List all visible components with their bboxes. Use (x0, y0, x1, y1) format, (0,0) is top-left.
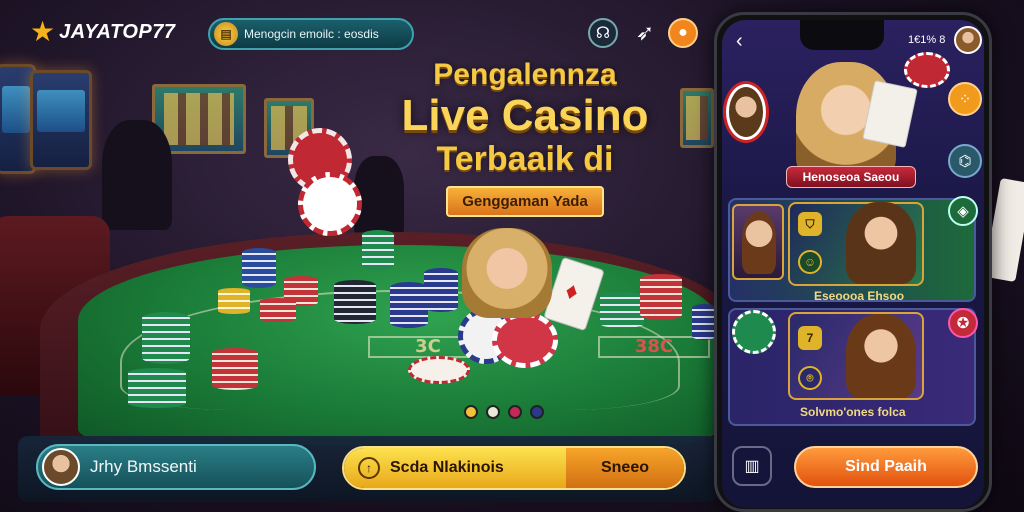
notice-pill[interactable]: ▤ Menogcin emoilc : eosdis (208, 18, 414, 50)
profile-avatar[interactable] (954, 26, 982, 54)
shield-icon: ⛉ (798, 212, 822, 236)
chip-stack (260, 298, 296, 322)
poker-chip (492, 312, 558, 368)
dot-4[interactable] (530, 405, 544, 419)
player-name: Jrhy Bmssenti (90, 457, 197, 476)
rocket-icon[interactable]: ➶ (630, 18, 660, 48)
chip-stack (218, 288, 250, 314)
headline-line2: Live Casino (401, 91, 649, 140)
player-profile[interactable]: Jrhy Bmssenti (36, 444, 316, 490)
chip-stack (242, 248, 276, 288)
back-arrow-icon[interactable]: ‹ (736, 30, 743, 53)
action-label: Scda Nlakinois (390, 459, 504, 476)
dot-2[interactable] (486, 405, 500, 419)
dot-1[interactable] (464, 405, 478, 419)
star-icon: ★ (30, 16, 56, 47)
action-button-left[interactable]: ↑ Scda Nlakinois (344, 448, 566, 488)
dealer-thumbnail[interactable] (726, 84, 766, 140)
dealer-portrait (846, 314, 916, 398)
dealer-avatar (462, 228, 552, 318)
coin-icon: ▤ (214, 22, 238, 46)
chip-stack (334, 280, 376, 324)
badge-icon[interactable]: ✪ (948, 308, 978, 338)
slot-machine (30, 70, 92, 170)
chip-stack (212, 348, 258, 390)
poker-chip (408, 356, 470, 384)
dealer-thumbnail[interactable] (732, 204, 784, 280)
headset-icon[interactable]: ☊ (588, 18, 618, 48)
number-seven-icon: 7 (798, 326, 822, 350)
chip-stack (362, 230, 394, 270)
chip-stack (600, 292, 644, 328)
chip-stack (424, 268, 458, 312)
menu-dots-icon[interactable]: ⁘ (948, 82, 982, 116)
headline-line1: Pengalennza (433, 58, 617, 91)
poker-chip (732, 310, 776, 354)
brand-logo[interactable]: ★ JAYATOP77 (30, 18, 176, 46)
chip-stack (142, 312, 190, 364)
avatar (42, 448, 80, 486)
dealer-portrait (846, 202, 916, 284)
action-button-right[interactable]: Sneeo (566, 448, 684, 488)
coin-ring-icon[interactable]: ● (668, 18, 698, 48)
wall-screen (680, 88, 714, 148)
chip-stack (692, 304, 716, 340)
notice-text: Menogcin emoilc : eosdis (244, 27, 379, 41)
status-text: 1€1% 8 (908, 34, 946, 46)
background-person (102, 120, 172, 230)
headline-line3: Terbaaik di (436, 140, 614, 178)
chip-stack (640, 274, 682, 320)
grid-icon[interactable]: ▥ (732, 446, 772, 486)
headline-ribbon: Genggaman Yada (446, 186, 604, 217)
panel1-label: Eseoooa Ehsoo (814, 289, 905, 303)
poker-chip (298, 172, 362, 236)
bet-box-right[interactable]: 38C (598, 336, 710, 358)
info-icon: ↑ (358, 457, 380, 479)
hero-name-tag: Henoseoa Saeou (786, 166, 916, 188)
send-button[interactable]: Sind Paaih (794, 446, 978, 488)
dot-3[interactable] (508, 405, 522, 419)
card-icon[interactable]: ◈ (948, 196, 978, 226)
headline: Pengalennza Live Casino Terbaaik di Geng… (370, 58, 680, 217)
chip-stack (128, 368, 186, 408)
pagination-dots[interactable] (464, 405, 544, 419)
action-button[interactable]: ↑ Scda Nlakinois Sneeo (342, 446, 686, 490)
panel2-label: Solvmo'ones folca (800, 405, 906, 419)
chip-stack (390, 282, 428, 328)
poker-chip (904, 52, 950, 88)
face-icon: ☺ (798, 250, 822, 274)
logo-text: JAYATOP77 (59, 20, 176, 43)
phone-notch (800, 20, 884, 50)
share-icon[interactable]: ⌬ (948, 144, 982, 178)
lock-icon: ⌾ (798, 366, 822, 390)
